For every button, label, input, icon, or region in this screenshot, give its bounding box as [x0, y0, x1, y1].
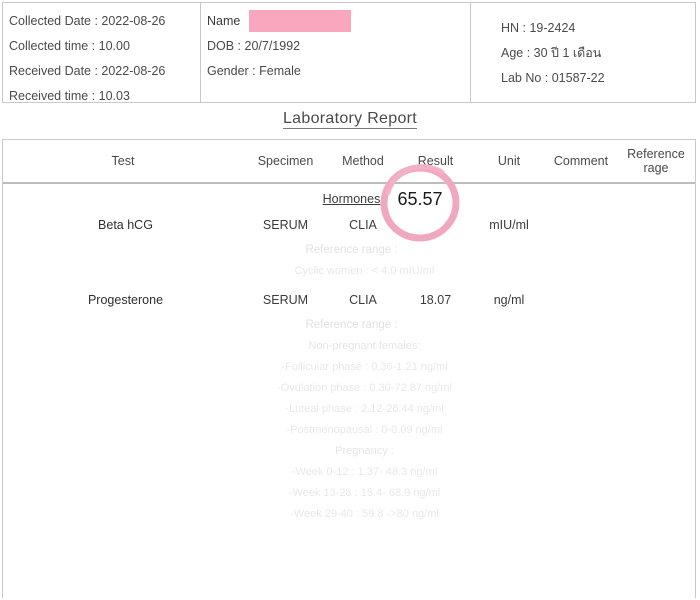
- collected-date: Collected Date : 2022-08-26: [9, 14, 166, 28]
- reference-range-cell: Reference range : Non-pregnant females: …: [3, 307, 695, 526]
- row-result: [398, 208, 473, 232]
- column-header-specimen: Specimen: [243, 140, 328, 184]
- row-method: CLIA: [349, 218, 377, 232]
- patient-name-row: Name: [207, 9, 470, 34]
- results-table-container: Test Specimen Method Result Unit Comment…: [2, 139, 696, 598]
- reference-range-item: Non-pregnant females:: [308, 340, 421, 352]
- section-label-hormones: Hormones: [322, 192, 381, 206]
- row-reference: [617, 208, 695, 232]
- section-cell: Hormones: [3, 183, 695, 208]
- patient-info-column: Name DOB : 20/7/1992 Gender : Female: [201, 3, 471, 102]
- row-unit: ng/ml: [493, 293, 525, 307]
- lab-number: Lab No : 01587-22: [501, 71, 605, 85]
- row-unit: mIU/ml: [489, 218, 529, 232]
- reference-range-item: -Follicular phase : 0.36-1.21 ng/ml: [281, 361, 448, 373]
- analyte-label-progesterone: Progesterone: [87, 293, 164, 307]
- reference-range-row: Reference range : Non-pregnant females: …: [3, 307, 695, 526]
- column-header-comment: Comment: [545, 140, 617, 184]
- column-header-result: Result: [398, 140, 473, 184]
- received-time: Received time : 10.03: [9, 89, 130, 103]
- identifiers-spacer: [501, 9, 695, 16]
- reference-range-item: Cyclic women : < 4.0 mIU/ml: [294, 265, 435, 277]
- identifiers-column: HN : 19-2424 Age : 30 ปี 1 เดือน Lab No …: [471, 3, 695, 102]
- reference-range-item: -Week 29-40 : 59.8 ->80 ng/ml: [290, 508, 439, 520]
- reference-range-item: -Ovulation phase : 0.30-72.87 ng/ml: [277, 382, 452, 394]
- received-date: Received Date : 2022-08-26: [9, 64, 166, 78]
- row-method: CLIA: [349, 293, 377, 307]
- collection-info-column: Collected Date : 2022-08-26 Collected ti…: [3, 3, 201, 103]
- results-table: Test Specimen Method Result Unit Comment…: [3, 140, 695, 526]
- patient-header-box: Collected Date : 2022-08-26 Collected ti…: [2, 2, 696, 103]
- hospital-number: HN : 19-2424: [501, 21, 576, 35]
- column-header-reference: Reference rage: [617, 140, 695, 184]
- column-header-method: Method: [328, 140, 398, 184]
- reference-range-title: Reference range :: [305, 319, 398, 331]
- column-header-test: Test: [3, 140, 243, 184]
- patient-gender: Gender : Female: [207, 64, 301, 78]
- analyte-label-beta-hcg: Beta hCG: [98, 218, 153, 232]
- table-section-row: Hormones: [3, 183, 695, 208]
- circled-result-value: 65.57: [397, 189, 443, 209]
- column-header-unit: Unit: [473, 140, 545, 184]
- patient-age: Age : 30 ปี 1 เดือน: [501, 46, 602, 60]
- page-title-text: Laboratory Report: [282, 110, 418, 129]
- reference-range-row: Reference range : Cyclic women : < 4.0 m…: [3, 232, 695, 283]
- patient-name-redaction: [249, 10, 351, 32]
- reference-range-item: -Postmenopausal : 0-0.09 ng/ml: [286, 424, 443, 436]
- reference-range-cell: Reference range : Cyclic women : < 4.0 m…: [3, 232, 695, 283]
- table-header-row: Test Specimen Method Result Unit Comment…: [3, 140, 695, 184]
- table-row: Beta hCG SERUM CLIA mIU/ml: [3, 208, 695, 232]
- reference-range-item: -Luteal phase : 2.12-26.44 ng/ml: [285, 403, 444, 415]
- row-result: 18.07: [419, 293, 452, 307]
- row-comment: [545, 208, 617, 232]
- row-comment: [545, 283, 617, 307]
- patient-dob: DOB : 20/7/1992: [207, 39, 301, 53]
- page-title: Laboratory Report: [0, 110, 700, 129]
- reference-range-item: -Week 0-12 : 1.37- 48.3 ng/ml: [291, 466, 438, 478]
- row-specimen: SERUM: [262, 293, 309, 307]
- table-row: Progesterone SERUM CLIA 18.07 ng/ml: [3, 283, 695, 307]
- row-specimen: SERUM: [262, 218, 309, 232]
- row-test-name: Progesterone: [3, 283, 243, 307]
- row-test-name: Beta hCG: [3, 208, 243, 232]
- reference-range-title: Reference range :: [305, 244, 398, 256]
- patient-name-label: Name: [207, 14, 241, 28]
- reference-range-item: Pregnancy :: [335, 445, 394, 457]
- collected-time: Collected time : 10.00: [9, 39, 130, 53]
- reference-range-item: -Week 13-28 : 15.4- 68.9 ng/ml: [288, 487, 441, 499]
- row-reference: [617, 283, 695, 307]
